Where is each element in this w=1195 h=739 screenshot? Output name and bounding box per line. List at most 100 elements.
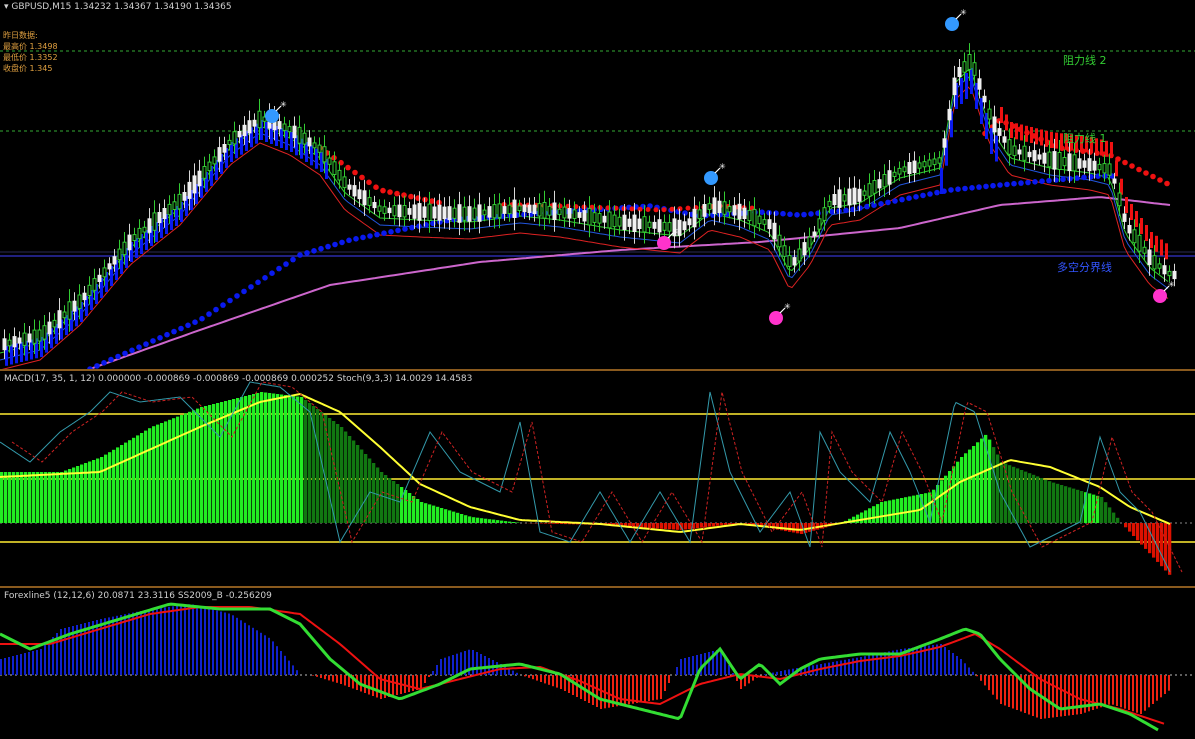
candle: [432, 206, 437, 219]
ribbon-bar: [1125, 197, 1128, 213]
candle: [342, 176, 347, 189]
forexline-bar: [452, 655, 454, 675]
candle: [967, 54, 972, 70]
trend-dot: [394, 190, 400, 197]
trend-dot: [387, 189, 393, 195]
macd-bar: [236, 398, 240, 523]
macd-bar: [964, 453, 968, 523]
trend-dot: [157, 335, 163, 341]
ribbon-bar: [1010, 122, 1013, 138]
trend-dot: [801, 211, 807, 218]
macd-bar: [968, 449, 972, 523]
forexline-pane[interactable]: Forexline5 (12,12,6) 20.0871 23.3116 SS2…: [0, 589, 1195, 739]
macd-bar: [976, 442, 980, 523]
forexline-bar: [1100, 675, 1102, 708]
forexline-bar: [664, 675, 666, 691]
candle: [917, 162, 922, 169]
forexline-bar: [1000, 675, 1002, 704]
info-close: 收盘价 1.345: [3, 64, 53, 73]
stoch-title: Stoch(9,3,3) 14.0029 14.4583: [336, 374, 473, 384]
forexline-bar: [372, 675, 374, 696]
trend-dot: [122, 350, 128, 357]
trend-dot: [359, 174, 365, 181]
forexline-bar: [328, 675, 330, 681]
candle: [972, 62, 977, 76]
forexline-bar: [976, 675, 978, 677]
candle: [707, 203, 712, 210]
macd-bar: [892, 499, 896, 523]
macd-bar: [68, 469, 72, 523]
candle: [912, 160, 917, 174]
macd-bar: [988, 439, 992, 523]
trend-dot: [374, 231, 380, 238]
forexline-bar: [956, 656, 958, 675]
candle: [627, 218, 632, 227]
collapse-arrow-icon[interactable]: ▾: [4, 2, 9, 12]
candle: [227, 139, 232, 145]
macd-bar: [268, 393, 272, 523]
forexline-bar: [872, 654, 874, 675]
macd-bar: [196, 408, 200, 523]
forexline-bar: [784, 670, 786, 675]
forexline-bar: [332, 675, 334, 682]
forexline-bar: [404, 675, 406, 693]
macd-bar: [472, 517, 476, 523]
trend-dot: [983, 183, 989, 190]
macd-bar: [1048, 481, 1052, 523]
forexline-bar: [264, 635, 266, 676]
macd-bar: [360, 449, 364, 523]
macd-bar: [972, 446, 976, 523]
macd-bar: [1036, 476, 1040, 523]
trend-dot: [669, 206, 675, 212]
macd-pane[interactable]: MACD(17, 35, 1, 12) 0.000000 -0.000869 -…: [0, 372, 1195, 586]
pane-separator[interactable]: [0, 586, 1195, 588]
macd-bar: [160, 423, 164, 523]
macd-bar: [0, 472, 4, 523]
candle: [732, 205, 737, 216]
macd-bar: [388, 478, 392, 523]
macd-bar: [952, 466, 956, 523]
candle: [977, 78, 982, 90]
forexline-bar: [40, 649, 42, 675]
candle: [232, 131, 237, 145]
candle: [122, 241, 127, 256]
macd-bar: [232, 399, 236, 523]
chart-header: ▾ GBPUSD,M15 1.34232 1.34367 1.34190 1.3…: [4, 2, 232, 12]
candle: [92, 278, 97, 291]
macd-bar: [252, 394, 256, 523]
forexline-bar: [864, 656, 866, 675]
trend-dot: [269, 270, 275, 277]
candle: [877, 179, 882, 189]
trend-dot: [388, 229, 394, 235]
ribbon-bar: [285, 130, 288, 150]
macd-bar: [120, 445, 124, 523]
macd-bar: [484, 518, 488, 523]
candle: [1017, 149, 1022, 155]
macd-bar: [1108, 507, 1112, 523]
forexline-bar: [480, 654, 482, 675]
ribbon-bar: [1155, 235, 1158, 252]
forexline-bar: [136, 611, 138, 675]
forexline-bar: [1036, 675, 1038, 718]
macd-bar: [544, 523, 548, 524]
trend-dot: [1032, 179, 1038, 185]
forexline-bar: [1120, 675, 1122, 708]
macd-bar: [1060, 485, 1064, 523]
forexline-bar: [808, 666, 810, 675]
candle: [1087, 158, 1092, 172]
forexline-bar: [992, 675, 994, 695]
candle: [782, 245, 787, 257]
macd-bar: [1052, 482, 1056, 523]
forexline-bar: [1004, 675, 1006, 706]
pane-separator[interactable]: [0, 369, 1195, 371]
forexline-bar: [652, 675, 654, 701]
forexline-bar: [376, 675, 378, 698]
macd-bar: [220, 402, 224, 523]
trend-dot: [345, 164, 351, 171]
macd-bar: [540, 523, 544, 524]
forexline-bar: [728, 665, 730, 675]
price-chart-pane[interactable]: ✳ ✳ ✳ ✳ ✳ ✳ ▾ GBPUSD,M15 1.34232 1.34367 1.34…: [0, 0, 1195, 369]
trend-dot: [1143, 170, 1149, 176]
candle: [642, 216, 647, 233]
candle: [277, 121, 282, 130]
